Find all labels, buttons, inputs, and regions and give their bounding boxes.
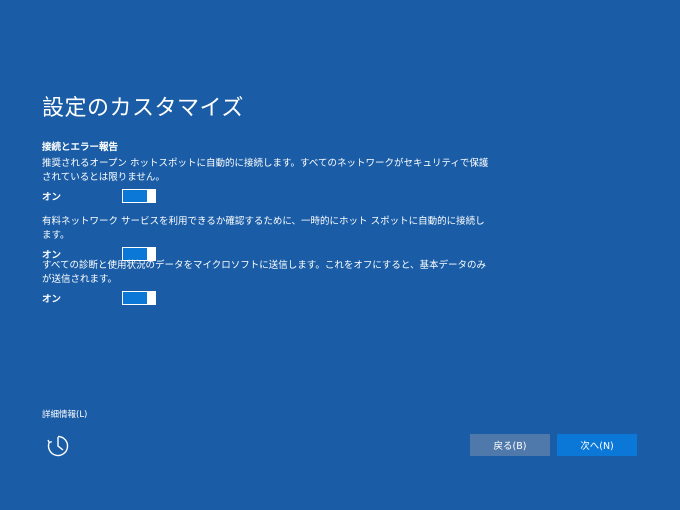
setting-description: すべての診断と使用状況のデータをマイクロソフトに送信します。これをオフにすると、… bbox=[42, 260, 487, 285]
setting-paid-network: 有料ネットワーク サービスを利用できるか確認するために、一時的にホット スポット… bbox=[42, 215, 492, 261]
setting-open-hotspots: 推奨されるオープン ホットスポットに自動的に接続します。すべてのネットワークがセ… bbox=[42, 157, 492, 203]
toggle-knob bbox=[147, 291, 155, 305]
setting-description: 推奨されるオープン ホットスポットに自動的に接続します。すべてのネットワークがセ… bbox=[42, 158, 489, 183]
toggle-knob bbox=[147, 189, 155, 203]
back-button[interactable]: 戻る(B) bbox=[470, 434, 550, 456]
setting-diagnostics: すべての診断と使用状況のデータをマイクロソフトに送信します。これをオフにすると、… bbox=[42, 259, 492, 305]
toggle-row: オン bbox=[42, 291, 492, 305]
toggle-state-label: オン bbox=[42, 294, 62, 305]
toggle-row: オン bbox=[42, 189, 492, 203]
details-link[interactable]: 詳細情報(L) bbox=[42, 408, 87, 420]
ease-of-access-icon[interactable] bbox=[46, 434, 70, 458]
setting-description: 有料ネットワーク サービスを利用できるか確認するために、一時的にホット スポット… bbox=[42, 216, 485, 241]
next-button[interactable]: 次へ(N) bbox=[557, 434, 637, 456]
open-hotspots-toggle[interactable] bbox=[122, 189, 156, 203]
page-title: 設定のカスタマイズ bbox=[42, 96, 244, 121]
section-heading: 接続とエラー報告 bbox=[42, 142, 119, 153]
diagnostics-toggle[interactable] bbox=[122, 291, 156, 305]
toggle-state-label: オン bbox=[42, 192, 62, 203]
